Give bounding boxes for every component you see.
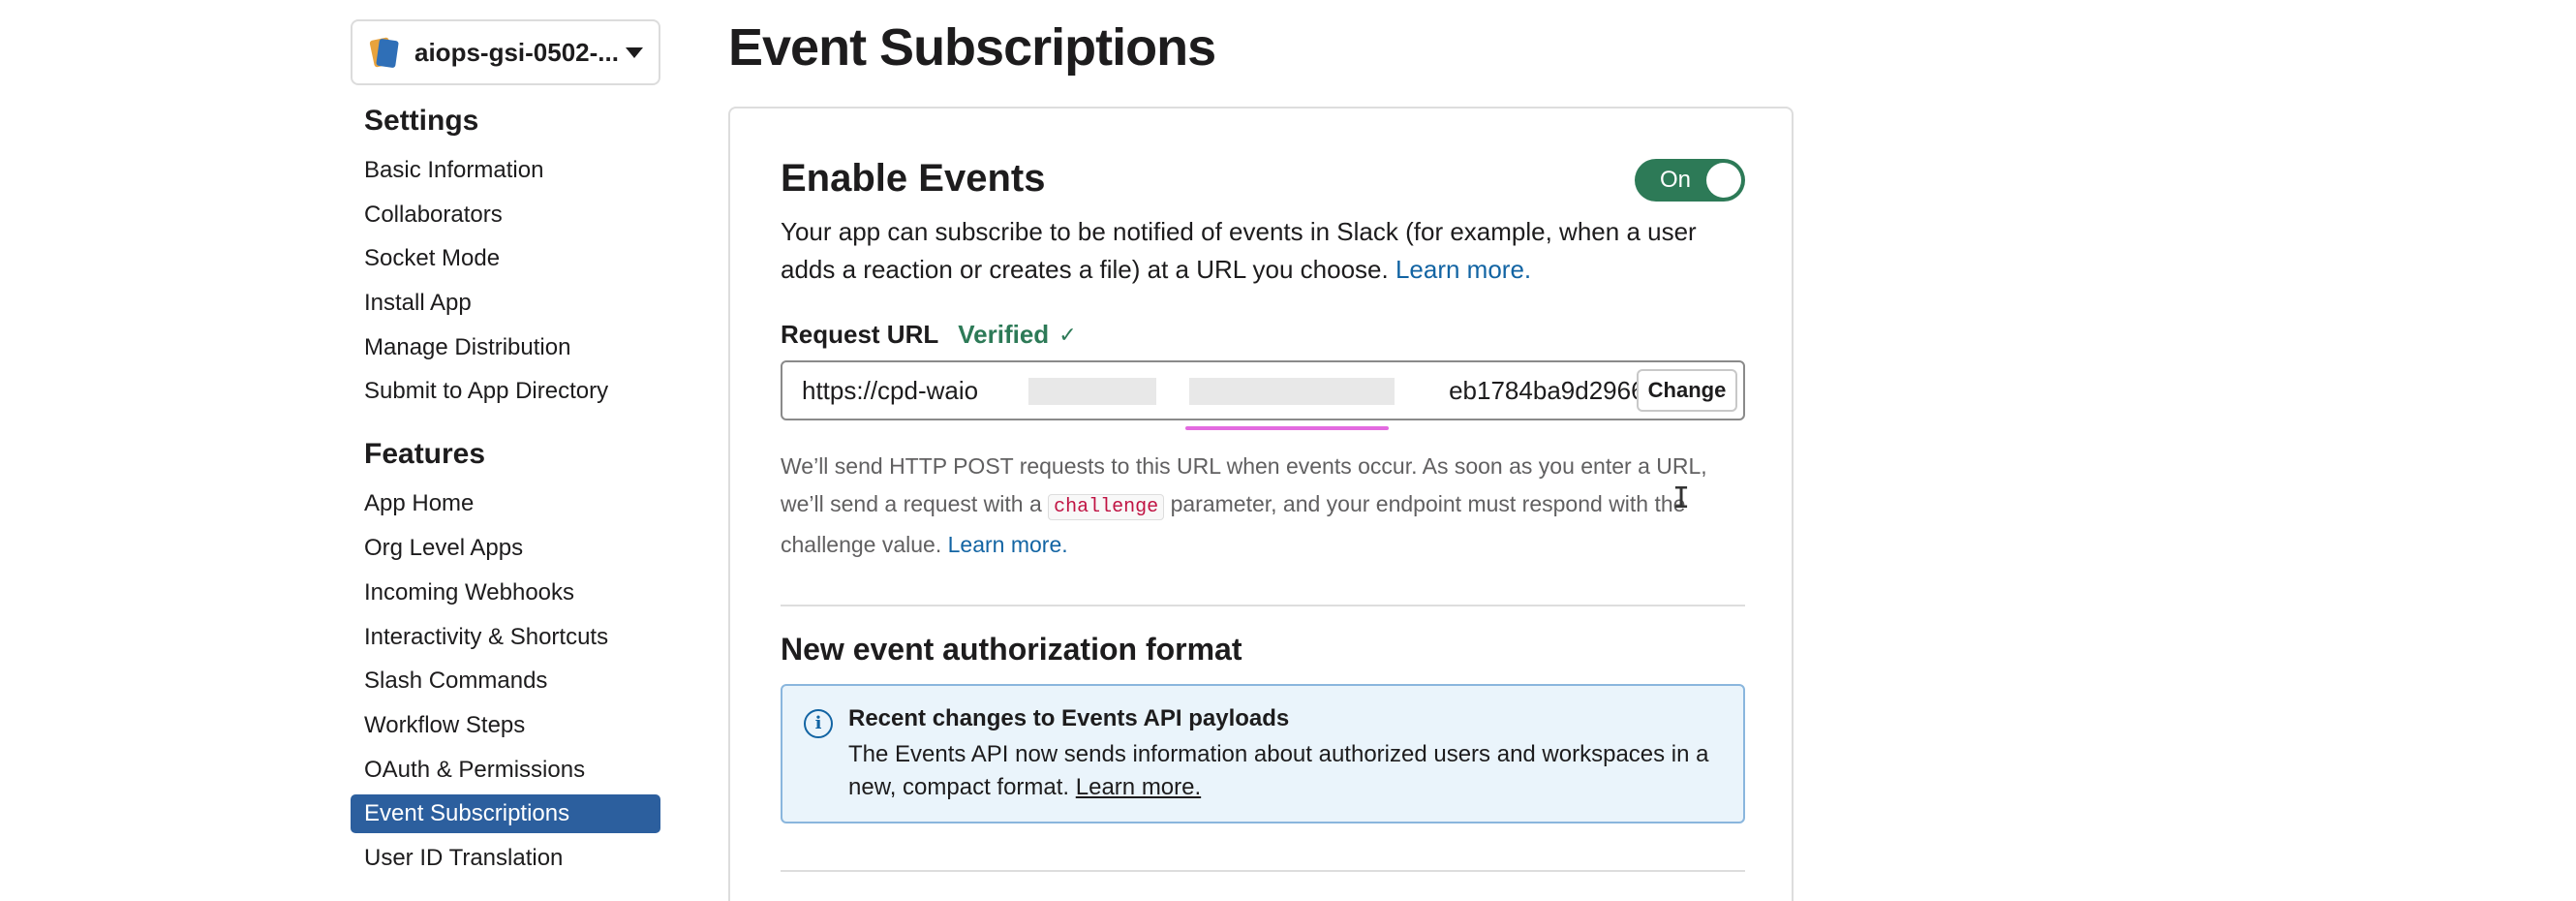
sidebar-item-event-subscriptions[interactable]: Event Subscriptions (351, 794, 660, 834)
sidebar-item-interactivity-shortcuts[interactable]: Interactivity & Shortcuts (351, 618, 660, 657)
toggle-label: On (1660, 167, 1692, 193)
sidebar-item-workflow-steps[interactable]: Workflow Steps (351, 706, 660, 745)
features-nav: App Home Org Level Apps Incoming Webhook… (351, 484, 660, 878)
sidebar-item-oauth-permissions[interactable]: OAuth & Permissions (351, 751, 660, 790)
settings-nav: Basic Information Collaborators Socket M… (351, 151, 660, 411)
request-url-help: We’ll send HTTP POST requests to this UR… (781, 448, 1749, 564)
sidebar-item-org-level-apps[interactable]: Org Level Apps (351, 529, 660, 568)
settings-heading: Settings (364, 105, 479, 137)
challenge-code: challenge (1048, 494, 1165, 520)
caret-down-icon (626, 47, 643, 58)
settings-section: Settings Basic Information Collaborators… (351, 105, 660, 411)
page-title: Event Subscriptions (728, 18, 1216, 77)
redacted-segment (1189, 378, 1395, 405)
sidebar-item-incoming-webhooks[interactable]: Incoming Webhooks (351, 574, 660, 612)
features-section: Features App Home Org Level Apps Incomin… (351, 438, 660, 878)
sidebar-item-submit-to-app-directory[interactable]: Submit to App Directory (351, 372, 660, 411)
info-title: Recent changes to Events API payloads (848, 705, 1290, 731)
check-icon: ✓ (1058, 322, 1077, 347)
change-button[interactable]: Change (1637, 369, 1737, 412)
description-text: Your app can subscribe to be notified of… (781, 217, 1697, 284)
auth-format-heading: New event authorization format (781, 632, 1242, 667)
verified-status: Verified (958, 320, 1050, 349)
sidebar-item-slash-commands[interactable]: Slash Commands (351, 662, 660, 700)
features-heading: Features (364, 438, 486, 471)
sidebar-item-collaborators[interactable]: Collaborators (351, 196, 660, 234)
request-url-label: Request URL (781, 320, 939, 349)
learn-more-link[interactable]: Learn more. (1395, 255, 1531, 284)
info-learn-more-link[interactable]: Learn more. (1076, 774, 1201, 800)
info-icon: i (804, 709, 833, 738)
help-learn-more-link[interactable]: Learn more. (948, 532, 1068, 557)
sidebar-item-app-home[interactable]: App Home (351, 484, 660, 523)
app-name: aiops-gsi-0502-... (414, 37, 618, 67)
divider (781, 605, 1745, 606)
sidebar-item-basic-information[interactable]: Basic Information (351, 151, 660, 190)
divider (781, 870, 1745, 872)
event-subscriptions-card: Enable Events On Your app can subscribe … (728, 107, 1794, 901)
redacted-segment (1028, 378, 1156, 405)
sidebar-item-install-app[interactable]: Install App (351, 284, 660, 323)
enable-events-heading: Enable Events (781, 157, 1046, 200)
sidebar-item-user-id-translation[interactable]: User ID Translation (351, 839, 660, 878)
sidebar-item-socket-mode[interactable]: Socket Mode (351, 239, 660, 278)
text-cursor-icon: I (1672, 482, 1691, 515)
app-switcher[interactable]: aiops-gsi-0502-... (351, 19, 660, 85)
request-url-label-row: Request URL Verified ✓ (781, 320, 1077, 350)
app-logo-icon (368, 36, 401, 69)
toggle-knob (1706, 163, 1741, 198)
highlight-underline (1185, 426, 1389, 430)
enable-events-toggle[interactable]: On (1635, 159, 1745, 202)
sidebar: aiops-gsi-0502-... Settings Basic Inform… (351, 19, 660, 884)
sidebar-item-manage-distribution[interactable]: Manage Distribution (351, 328, 660, 367)
info-text: The Events API now sends information abo… (848, 738, 1720, 804)
enable-events-description: Your app can subscribe to be notified of… (781, 213, 1749, 289)
info-banner: i Recent changes to Events API payloads … (781, 684, 1745, 823)
request-url-input[interactable]: https://cpd-waio eb1784ba9d2966fae Change (781, 360, 1745, 420)
info-body: The Events API now sends information abo… (848, 741, 1709, 800)
